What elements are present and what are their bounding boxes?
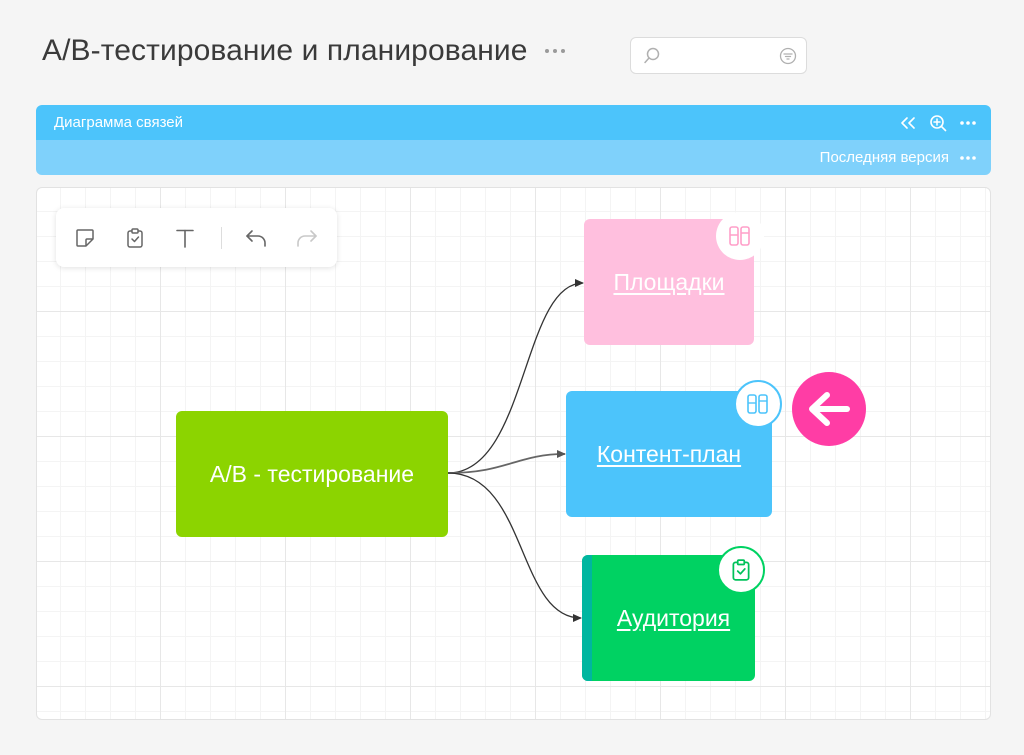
node-ploshchadki[interactable]: Площадки bbox=[584, 212, 764, 345]
node-link-kontent-plan[interactable]: Контент-план bbox=[597, 441, 741, 468]
node-link-ploshchadki[interactable]: Площадки bbox=[613, 269, 724, 296]
connector-to-auditoriya bbox=[447, 472, 582, 622]
back-button[interactable] bbox=[792, 372, 866, 446]
task-clipboard-icon bbox=[732, 559, 750, 581]
version-selector[interactable]: Последняя версия bbox=[820, 149, 949, 166]
node-type-badge bbox=[734, 380, 782, 428]
search-icon bbox=[644, 47, 660, 64]
collapse-icon bbox=[901, 117, 915, 129]
version-more-button[interactable] bbox=[957, 147, 979, 169]
connector-to-kontent-plan bbox=[447, 450, 566, 474]
more-dots-icon bbox=[960, 121, 976, 125]
widget-title: Диаграмма связей bbox=[54, 114, 184, 131]
root-node-label: A/B - тестирование bbox=[209, 460, 415, 487]
collapse-button[interactable] bbox=[897, 112, 919, 134]
widget-header: Диаграмма связей bbox=[36, 105, 991, 140]
arrow-left-icon bbox=[809, 392, 850, 426]
widget-more-button[interactable] bbox=[957, 112, 979, 134]
search-box[interactable] bbox=[630, 37, 807, 74]
node-type-badge bbox=[716, 212, 764, 260]
filter-icon[interactable] bbox=[779, 47, 797, 65]
node-link-auditoriya[interactable]: Аудитория bbox=[617, 605, 730, 632]
zoom-in-button[interactable] bbox=[927, 112, 949, 134]
title-more-button[interactable] bbox=[544, 41, 566, 61]
zoom-in-icon bbox=[930, 115, 947, 132]
diagram-canvas[interactable]: A/B - тестирование Площадки Контент-план bbox=[36, 187, 991, 720]
board-columns-icon bbox=[729, 226, 750, 246]
root-node[interactable]: A/B - тестирование bbox=[176, 411, 448, 537]
page-title: A/B-тестирование и планирование bbox=[42, 34, 528, 67]
connector-to-ploshchadki bbox=[447, 279, 584, 474]
board-columns-icon bbox=[747, 394, 768, 414]
node-type-badge bbox=[717, 546, 765, 594]
page-header: A/B-тестирование и планирование bbox=[42, 34, 566, 68]
search-input[interactable] bbox=[665, 44, 775, 68]
node-kontent-plan[interactable]: Контент-план bbox=[566, 380, 782, 517]
more-dots-icon bbox=[544, 49, 565, 53]
version-bar: Последняя версия bbox=[36, 140, 991, 175]
more-dots-icon bbox=[960, 156, 976, 160]
node-color-stripe bbox=[582, 555, 592, 681]
